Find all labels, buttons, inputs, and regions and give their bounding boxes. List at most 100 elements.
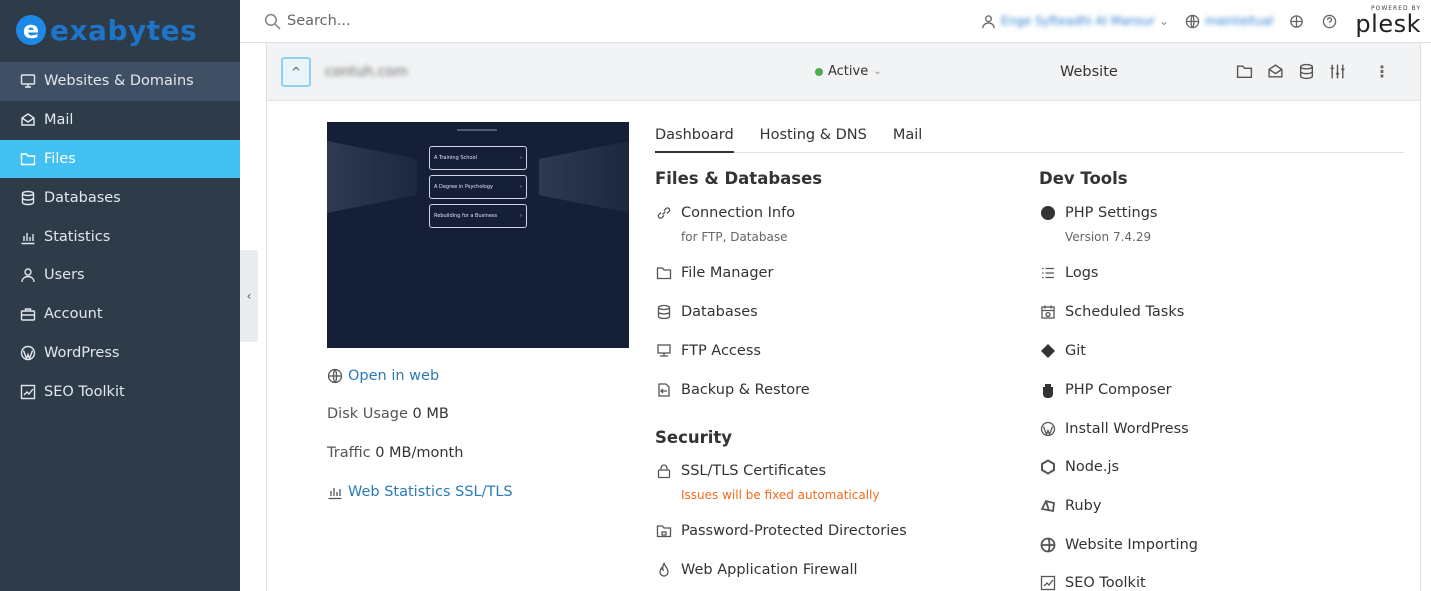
website-importing-tool[interactable]: Website Importing <box>1039 535 1198 555</box>
subscription-menu[interactable]: mainteitual <box>1185 14 1273 29</box>
more-menu-icon[interactable]: ⋮ <box>1374 62 1390 81</box>
sidebar-item-label: Websites & Domains <box>44 73 194 90</box>
ruby-tool[interactable]: Ruby <box>1039 496 1101 516</box>
connection-info-tool[interactable]: Connection Info <box>655 203 795 223</box>
extensions-icon[interactable] <box>1289 14 1304 29</box>
firewall-icon <box>655 561 673 579</box>
php-settings-tool[interactable]: PHP Settings <box>1039 203 1157 223</box>
sidebar-item-users[interactable]: Users <box>0 256 240 295</box>
tool-label: PHP Settings <box>1065 205 1158 221</box>
calendar-icon <box>1039 303 1057 321</box>
sidebar-item-mail[interactable]: Mail <box>0 101 240 140</box>
sidebar: e exabytes Websites & Domains Mail Files… <box>0 0 240 591</box>
envelope-icon <box>18 112 38 128</box>
backup-restore-tool[interactable]: Backup & Restore <box>655 380 810 400</box>
search-input[interactable]: Search... <box>264 13 351 30</box>
install-wordpress-tool[interactable]: Install WordPress <box>1039 419 1189 439</box>
topbar: Search... Enge Syfteadhi Al Mansur ⌄ mai… <box>240 0 1431 43</box>
databases-tool[interactable]: Databases <box>655 302 758 322</box>
files-databases-title: Files & Databases <box>655 169 823 188</box>
subscription-name: mainteitual <box>1205 14 1274 28</box>
file-manager-tool[interactable]: File Manager <box>655 263 773 283</box>
sidebar-item-label: Account <box>44 306 103 323</box>
database-icon <box>18 190 38 206</box>
search-icon <box>264 13 281 30</box>
wordpress-icon <box>1039 420 1057 438</box>
disk-usage: Disk Usage 0 MB <box>327 406 449 422</box>
search-placeholder: Search... <box>287 13 351 29</box>
seo-toolkit-tool[interactable]: SEO Toolkit <box>1039 573 1146 591</box>
web-statistics-label: Web Statistics SSL/TLS <box>348 484 513 500</box>
envelope-icon[interactable] <box>1267 63 1284 80</box>
connection-info-sub: for FTP, Database <box>681 230 788 244</box>
ssl-certificates-tool[interactable]: SSL/TLS Certificates <box>655 461 826 481</box>
traffic-label: Traffic <box>327 445 371 461</box>
preview-wing-right <box>539 141 629 213</box>
status-dropdown[interactable]: Active ⌄ <box>815 64 882 79</box>
web-application-firewall-tool[interactable]: Web Application Firewall <box>655 560 858 580</box>
git-icon <box>1039 342 1057 360</box>
open-in-web-link[interactable]: Open in web <box>327 368 439 384</box>
chart-icon <box>18 229 38 245</box>
sidebar-item-account[interactable]: Account <box>0 295 240 334</box>
nodejs-tool[interactable]: Node.js <box>1039 457 1119 477</box>
sidebar-item-websites-domains[interactable]: Websites & Domains <box>0 62 240 101</box>
tab-dashboard[interactable]: Dashboard <box>655 126 734 153</box>
tool-label: Backup & Restore <box>681 382 810 398</box>
dev-tools-title: Dev Tools <box>1039 169 1128 188</box>
preview-button: Rebuilding for a Business › <box>429 204 527 228</box>
plesk-wordmark: plesk <box>1355 10 1421 38</box>
briefcase-icon <box>18 306 38 322</box>
collapse-domain-button[interactable]: ^ <box>281 56 311 87</box>
web-statistics-link[interactable]: Web Statistics SSL/TLS <box>327 484 513 500</box>
tab-hosting-dns[interactable]: Hosting & DNS <box>760 126 867 152</box>
tool-label: Git <box>1065 343 1086 359</box>
preview-button: A Training School › <box>429 146 527 170</box>
sidebar-collapse-handle[interactable]: ‹ <box>240 250 258 342</box>
ssl-warning: Issues will be fixed automatically <box>681 488 880 502</box>
user-menu[interactable]: Enge Syfteadhi Al Mansur ⌄ <box>981 14 1169 29</box>
domain-name[interactable]: contuh.com <box>325 64 408 80</box>
logo-badge: e <box>16 15 46 45</box>
nodejs-icon <box>1039 458 1057 476</box>
logs-tool[interactable]: Logs <box>1039 263 1098 283</box>
lock-icon <box>655 462 673 480</box>
tool-label: Web Application Firewall <box>681 562 858 578</box>
php-composer-tool[interactable]: PHP Composer <box>1039 380 1172 400</box>
php-version: Version 7.4.29 <box>1065 230 1152 244</box>
open-in-web-label: Open in web <box>348 368 440 384</box>
website-preview[interactable]: A Training School › A Degree in Psycholog… <box>327 122 629 348</box>
ruby-icon <box>1039 497 1057 515</box>
sidebar-item-statistics[interactable]: Statistics <box>0 217 240 256</box>
folder-icon[interactable] <box>1236 63 1253 80</box>
folder-icon <box>655 264 673 282</box>
composer-icon <box>1039 381 1057 399</box>
sidebar-item-databases[interactable]: Databases <box>0 178 240 217</box>
help-icon[interactable] <box>1322 14 1337 29</box>
tab-mail[interactable]: Mail <box>893 126 922 152</box>
sidebar-item-files[interactable]: Files <box>0 139 240 179</box>
sidebar-item-seo-toolkit[interactable]: SEO Toolkit <box>0 372 240 411</box>
tool-label: Databases <box>681 304 758 320</box>
wordpress-icon <box>18 345 38 361</box>
settings-sliders-icon[interactable] <box>1329 63 1346 80</box>
sidebar-item-wordpress[interactable]: WordPress <box>0 334 240 373</box>
chevron-down-icon: ⌄ <box>873 66 882 77</box>
database-icon[interactable] <box>1298 63 1315 80</box>
brand-logo[interactable]: e exabytes <box>0 0 240 60</box>
import-globe-icon <box>1039 536 1057 554</box>
tool-label: Logs <box>1065 265 1099 281</box>
status-label: Active <box>828 64 869 79</box>
domain-quick-actions: ⋮ <box>1236 62 1390 81</box>
link-icon <box>655 204 673 222</box>
user-icon <box>981 14 996 29</box>
monitor-icon <box>18 73 38 89</box>
chart-icon <box>328 488 342 500</box>
git-tool[interactable]: Git <box>1039 341 1086 361</box>
ftp-access-tool[interactable]: FTP Access <box>655 341 761 361</box>
preview-heading <box>457 129 497 131</box>
tool-label: SEO Toolkit <box>1065 575 1146 591</box>
sidebar-item-label: SEO Toolkit <box>44 383 125 400</box>
password-protected-directories-tool[interactable]: Password-Protected Directories <box>655 521 907 541</box>
scheduled-tasks-tool[interactable]: Scheduled Tasks <box>1039 302 1184 322</box>
